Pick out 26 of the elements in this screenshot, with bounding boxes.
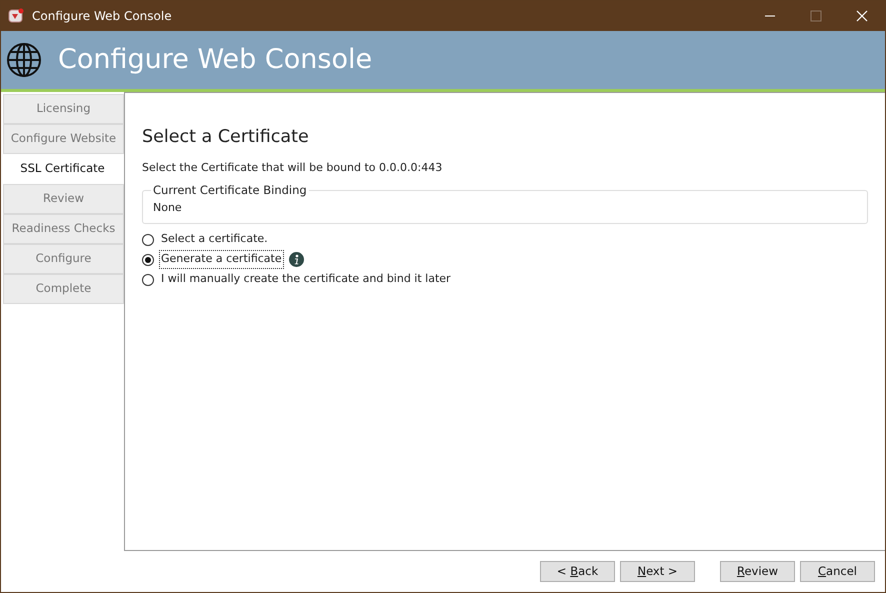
step-tab[interactable]: Readiness Checks xyxy=(3,214,124,244)
group-legend: Current Certificate Binding xyxy=(151,184,309,196)
option-label[interactable]: Generate a certificate xyxy=(159,250,284,269)
option-label[interactable]: Select a certificate. xyxy=(159,230,270,249)
wizard-button[interactable]: < Back xyxy=(540,561,615,582)
binding-value: None xyxy=(153,200,183,216)
page-description: Select the Certificate that will be bound to 0.0.0.0:443 xyxy=(142,160,444,176)
app-icon xyxy=(8,8,24,24)
step-tab[interactable]: Review xyxy=(3,184,124,214)
close-icon[interactable] xyxy=(856,10,868,22)
radio-button[interactable] xyxy=(142,274,154,286)
page-heading: Select a Certificate xyxy=(142,127,310,148)
step-tab[interactable]: Licensing xyxy=(3,94,124,124)
wizard-button[interactable]: Next > xyxy=(620,561,695,582)
step-tab[interactable]: Configure Website xyxy=(3,124,124,154)
radio-button[interactable] xyxy=(142,254,154,266)
step-tab[interactable]: Complete xyxy=(3,274,124,304)
window-title: Configure Web Console xyxy=(32,8,172,25)
radio-button[interactable] xyxy=(142,234,154,246)
option-label[interactable]: I will manually create the certificate and bind it later xyxy=(159,270,453,289)
globe-icon xyxy=(6,42,42,78)
wizard-button[interactable]: Review xyxy=(720,561,795,582)
step-tab[interactable]: Configure xyxy=(3,244,124,274)
header-title: Configure Web Console xyxy=(58,44,372,76)
wizard-button[interactable]: Cancel xyxy=(800,561,875,582)
info-icon[interactable] xyxy=(288,252,304,267)
